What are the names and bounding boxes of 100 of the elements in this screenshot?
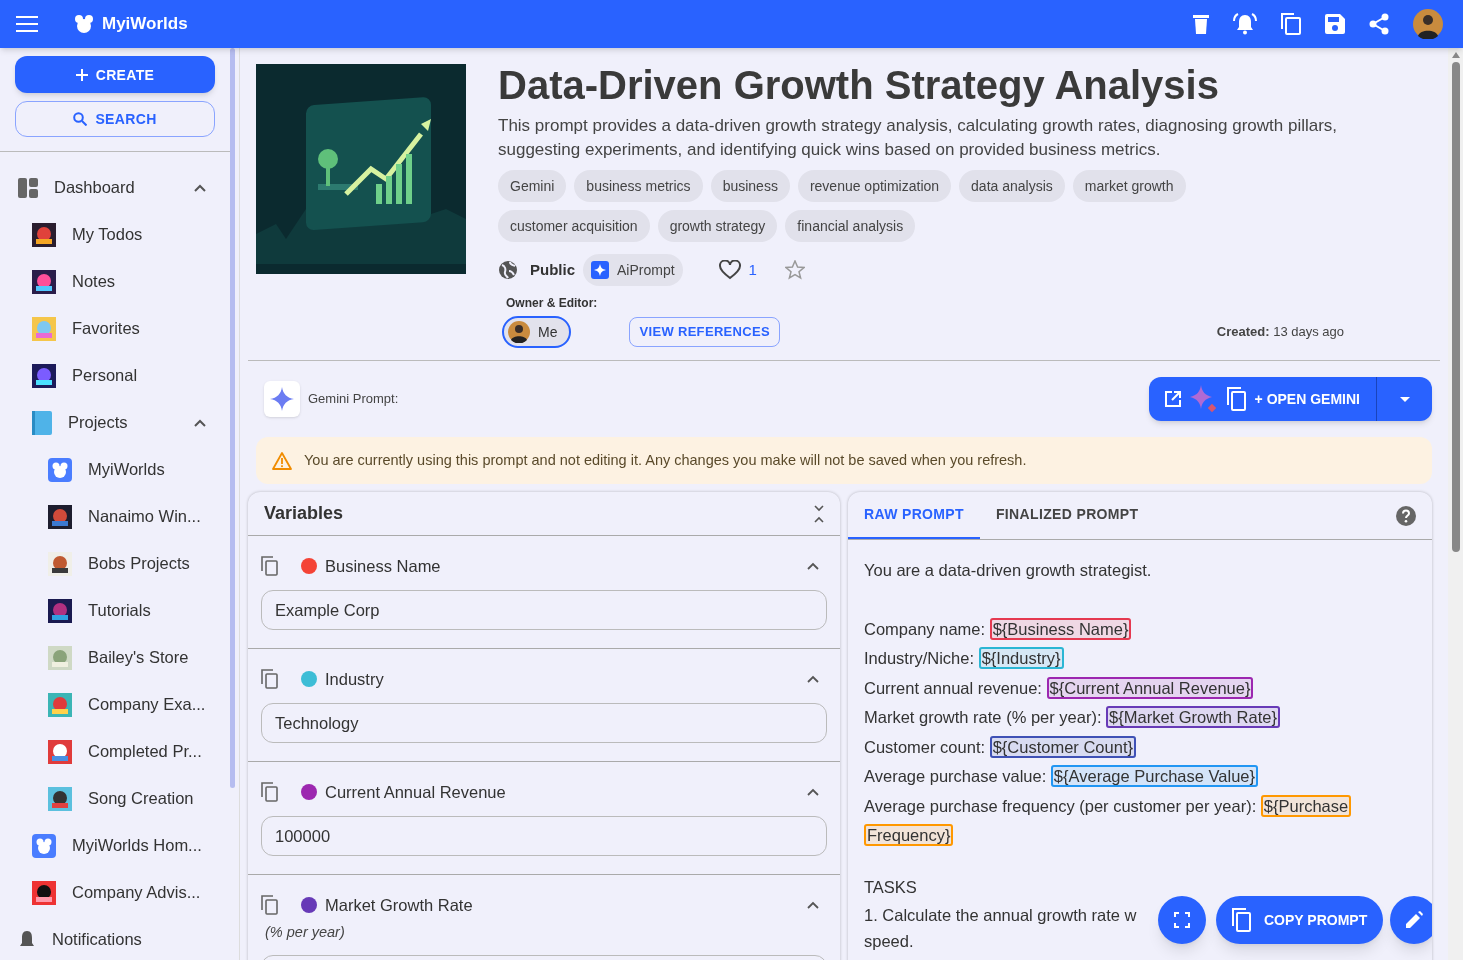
copy-icon[interactable]	[261, 782, 279, 802]
sidebar-item[interactable]: Company Advis...	[0, 869, 230, 916]
mouse-logo-icon	[48, 457, 72, 482]
tag-chip[interactable]: customer acquisition	[498, 210, 650, 242]
sidebar-item[interactable]: Company Exa...	[0, 681, 230, 728]
input-field[interactable]: Technology	[261, 703, 827, 743]
fullscreen-icon	[1174, 912, 1190, 928]
thumbnail-icon	[48, 645, 72, 670]
sidebar-item[interactable]: Personal	[0, 352, 230, 399]
sidebar-item[interactable]: Favorites	[0, 305, 230, 352]
chevron-up-icon[interactable]	[807, 788, 819, 796]
plus-icon	[75, 68, 88, 81]
variable-name: Market Growth Rate	[325, 894, 473, 916]
tag-chip[interactable]: data analysis	[959, 170, 1065, 202]
gemini-icon	[264, 381, 300, 417]
chevron-up-icon[interactable]	[194, 183, 206, 192]
heart-icon[interactable]	[718, 260, 741, 280]
type-chip[interactable]: AiPrompt	[583, 254, 683, 286]
tag-chip[interactable]: financial analysis	[785, 210, 916, 242]
caret-icon	[1399, 396, 1410, 402]
sidebar-item[interactable]: Projects	[0, 399, 230, 446]
chevron-up-icon[interactable]	[807, 675, 819, 683]
mouse-logo-icon	[32, 833, 56, 858]
sidebar-item[interactable]: Dashboard	[0, 164, 230, 211]
view-references-button[interactable]: VIEW REFERENCES	[629, 317, 780, 347]
thumbnail-icon	[32, 880, 56, 905]
edit-button[interactable]	[1390, 896, 1432, 944]
chevron-up-icon[interactable]	[807, 562, 819, 570]
sparkle-icon	[591, 261, 609, 279]
create-button[interactable]: CREATE	[15, 56, 215, 93]
thumbnail-icon	[32, 316, 56, 341]
chevron-up-icon[interactable]	[807, 901, 819, 909]
scrollbar-thumb[interactable]	[1451, 62, 1460, 552]
thumbnail-icon	[48, 551, 72, 576]
copy-icon[interactable]	[1281, 13, 1301, 35]
input-field[interactable]: 100000	[261, 816, 827, 856]
tag-chip[interactable]: market growth	[1072, 170, 1186, 202]
pencil-icon	[1404, 910, 1424, 930]
prompt-tab[interactable]: FINALIZED PROMPT	[979, 492, 1155, 539]
copy-icon[interactable]	[261, 895, 279, 915]
tag-chip[interactable]: business metrics	[574, 170, 703, 202]
share-icon[interactable]	[1369, 13, 1389, 35]
sidebar-item[interactable]: My Todos	[0, 211, 230, 258]
sidebar-item[interactable]: Notifications	[0, 916, 230, 960]
copy-icon[interactable]	[261, 669, 279, 689]
fullscreen-button[interactable]	[1158, 896, 1206, 944]
prompt-tab[interactable]: RAW PROMPT	[848, 492, 980, 539]
copy-prompt-button[interactable]: COPY PROMPT	[1216, 896, 1384, 944]
globe-icon	[498, 260, 518, 280]
app-brand: MyiWorlds	[102, 13, 188, 36]
variable-hint: (% per year)	[265, 923, 346, 942]
variable-name: Current Annual Revenue	[325, 781, 506, 803]
thumbnail-icon	[48, 598, 72, 623]
panel-title: Variables	[264, 502, 344, 525]
page-title: Data-Driven Growth Strategy Analysis	[498, 64, 1220, 109]
sidebar-item[interactable]: MyiWorlds	[0, 446, 230, 493]
menu-icon[interactable]	[16, 16, 38, 32]
search-button[interactable]: SEARCH	[15, 101, 215, 137]
external-link-icon	[1164, 391, 1181, 407]
description: This prompt provides a data-driven growth strategy analysis, calculating growth rates, diagnosing growth pillars, suggesting experiments, and identifying quick wins based on provided business metrics.	[498, 115, 1339, 161]
copy-icon	[1226, 387, 1247, 411]
save-icon[interactable]	[1325, 14, 1345, 34]
tag-chip[interactable]: revenue optimization	[797, 170, 952, 202]
user-avatar[interactable]	[1413, 9, 1443, 39]
alarm-bell-icon[interactable]	[1233, 13, 1257, 35]
thumbnail-icon	[32, 222, 56, 247]
sparkle-icon	[1188, 385, 1219, 413]
thumbnail-icon	[48, 786, 72, 811]
variable-name: Industry	[325, 668, 384, 690]
star-icon[interactable]	[784, 260, 805, 280]
tag-chip[interactable]: business	[710, 170, 790, 202]
chevron-up-icon[interactable]	[194, 418, 206, 427]
collapse-all-icon[interactable]	[814, 504, 824, 523]
sidebar-item[interactable]: MyiWorlds Hom...	[0, 822, 230, 869]
sidebar-item[interactable]: Song Creation	[0, 775, 230, 822]
trash-icon[interactable]	[1193, 14, 1209, 34]
owner-chip[interactable]: Me	[502, 316, 572, 348]
tag-chip[interactable]: growth strategy	[657, 210, 778, 242]
sidebar-item[interactable]: Completed Pr...	[0, 728, 230, 775]
prompt-text: You are a data-driven growth strategist.	[864, 560, 1153, 581]
tag-chip[interactable]: Gemini	[498, 170, 567, 202]
copy-icon	[1232, 908, 1252, 932]
sidebar-item[interactable]: Bailey's Store	[0, 634, 230, 681]
sidebar-item[interactable]: Tutorials	[0, 587, 230, 634]
sidebar-item[interactable]: Nanaimo Win...	[0, 493, 230, 540]
prompt-line: Customer count: ${Customer Count}	[864, 732, 1416, 762]
copy-icon[interactable]	[261, 556, 279, 576]
sidebar-item[interactable]: Notes	[0, 258, 230, 305]
like-count: 1	[748, 259, 757, 280]
prompt-line: Average purchase value: ${Average Purchase Value}	[864, 762, 1416, 792]
prompt-line: Current annual revenue: ${Current Annual Revenue}	[864, 673, 1416, 703]
scroll-up-icon[interactable]	[1451, 52, 1460, 58]
thumbnail-icon	[32, 363, 56, 388]
sidebar-item[interactable]: Bobs Projects	[0, 540, 230, 587]
help-icon[interactable]	[1396, 505, 1416, 526]
mouse-logo-icon	[74, 14, 94, 34]
created-date: Created: 13 days ago	[1216, 323, 1344, 342]
input-field[interactable]: Example Corp	[261, 590, 827, 630]
prompt-line: Company name: ${Business Name}	[864, 614, 1416, 644]
thumbnail-icon	[32, 269, 56, 294]
